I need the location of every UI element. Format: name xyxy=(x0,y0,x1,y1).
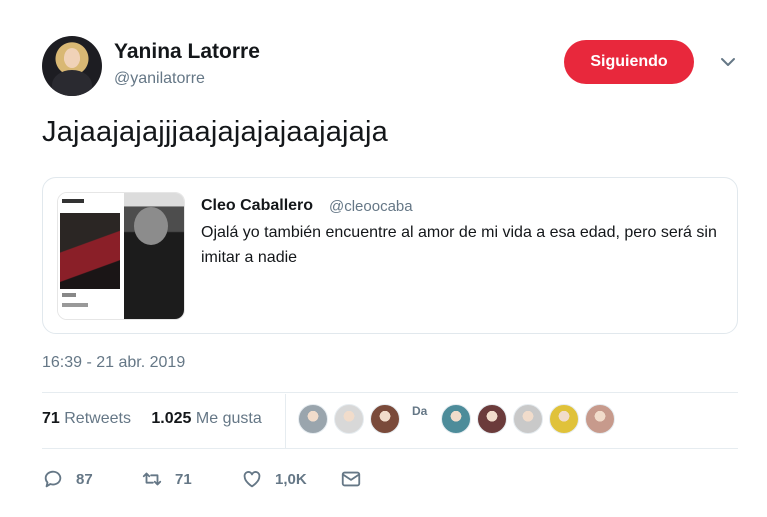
photo-thumbnail xyxy=(124,193,184,319)
liker-avatar[interactable] xyxy=(334,404,364,434)
retweets-label[interactable]: Retweets xyxy=(64,410,131,427)
quoted-author-handle[interactable]: @cleoocaba xyxy=(329,198,413,215)
retweet-icon xyxy=(142,472,162,486)
reply-count: 87 xyxy=(76,470,93,488)
chevron-down-icon[interactable] xyxy=(718,52,738,72)
like-button[interactable]: 1,0K xyxy=(241,468,340,490)
author-handle[interactable]: @yanilatorre xyxy=(114,70,205,88)
likes-label[interactable]: Me gusta xyxy=(196,410,262,427)
liker-avatar[interactable] xyxy=(370,404,400,434)
quoted-tweet-text: Ojalá yo también encuentre al amor de mi… xyxy=(201,224,717,266)
liker-avatar[interactable] xyxy=(298,404,328,434)
likes-count[interactable]: 1.025 xyxy=(151,410,191,427)
stats-separator xyxy=(285,394,286,448)
tweet-timestamp[interactable]: 16:39 - 21 abr. 2019 xyxy=(42,354,185,372)
avatar-body xyxy=(52,70,92,96)
liker-avatar[interactable] xyxy=(441,404,472,434)
author-name[interactable]: Yanina Latorre xyxy=(114,40,260,64)
liker-label[interactable]: Da xyxy=(412,404,427,434)
tweet-header: Yanina Latorre @yanilatorre Siguiendo xyxy=(42,34,752,98)
heart-icon xyxy=(243,471,261,488)
following-button[interactable]: Siguiendo xyxy=(564,40,694,84)
thumbnail-photo xyxy=(60,213,120,289)
liker-avatar[interactable] xyxy=(477,404,508,434)
engagement-stats: 71 Retweets 1.025 Me gusta xyxy=(42,410,262,428)
liker-avatar[interactable] xyxy=(585,404,616,434)
quoted-tweet-card[interactable]: Cleo Caballero @cleoocaba Ojalá yo tambi… xyxy=(42,177,738,334)
avatar-face xyxy=(64,48,80,68)
direct-message-button[interactable] xyxy=(340,468,374,490)
retweets-count[interactable]: 71 xyxy=(42,410,60,427)
quoted-tweet-image[interactable] xyxy=(57,192,185,320)
divider xyxy=(42,448,738,449)
liker-avatar[interactable] xyxy=(549,404,580,434)
liker-avatar[interactable] xyxy=(513,404,544,434)
tweet-text: Jajaajajajjjaajajajajaajajaja xyxy=(42,116,388,148)
quoted-author-name[interactable]: Cleo Caballero xyxy=(201,197,313,215)
message-icon xyxy=(341,471,361,487)
retweet-button[interactable]: 71 xyxy=(141,468,241,490)
author-avatar[interactable] xyxy=(42,36,102,96)
screenshot-thumbnail xyxy=(58,193,122,319)
retweet-count: 71 xyxy=(175,470,192,488)
action-bar: 87 71 1,0K xyxy=(42,464,374,494)
thumbnail-line xyxy=(62,303,88,307)
thumbnail-line xyxy=(62,199,84,203)
thumbnail-head xyxy=(134,207,168,245)
thumbnail-line xyxy=(62,293,76,297)
likers-avatars: Da xyxy=(298,402,621,436)
divider xyxy=(42,392,738,393)
reply-icon xyxy=(44,470,62,488)
reply-button[interactable]: 87 xyxy=(42,468,141,490)
like-count: 1,0K xyxy=(275,470,307,488)
